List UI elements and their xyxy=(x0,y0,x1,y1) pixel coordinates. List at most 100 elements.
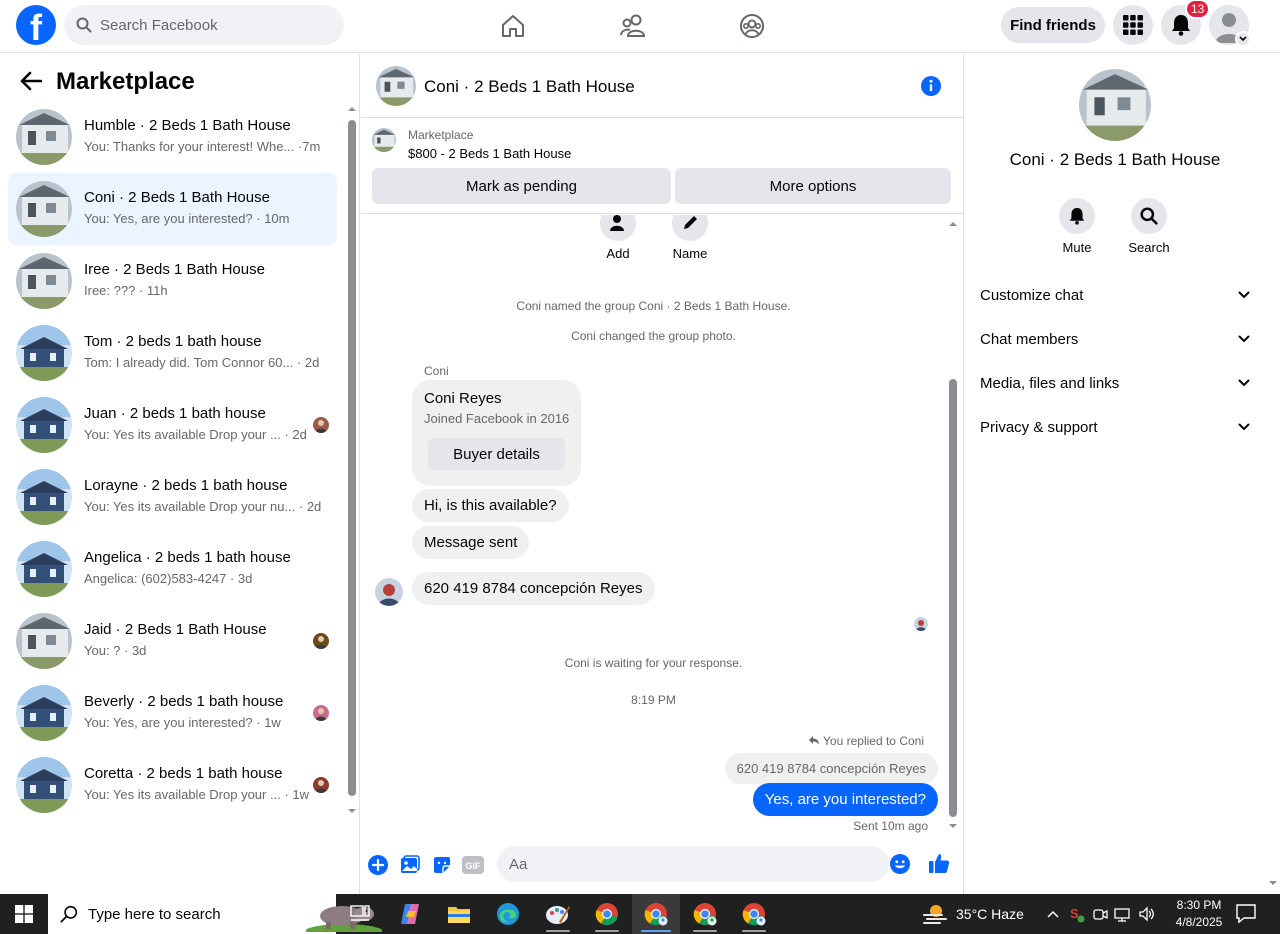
groups-nav[interactable] xyxy=(732,8,772,44)
attach-media-button[interactable] xyxy=(399,854,421,876)
weather-widget[interactable]: 35°C Haze xyxy=(922,894,1024,934)
paint-app[interactable] xyxy=(534,894,582,934)
own-message-bubble[interactable]: Yes, are you interested? xyxy=(752,783,938,816)
action-center-button[interactable] xyxy=(1235,902,1257,929)
friends-nav[interactable] xyxy=(613,8,653,44)
details-section-toggle[interactable]: Customize chat xyxy=(980,273,1250,317)
chrome-icon xyxy=(693,903,717,926)
logo-letter: f xyxy=(30,7,42,45)
gif-button[interactable]: GIF xyxy=(462,854,484,876)
chat-avatar[interactable] xyxy=(376,66,416,106)
volume-icon[interactable] xyxy=(1138,906,1156,922)
search-icon xyxy=(60,905,78,923)
listing-thumbnail[interactable] xyxy=(372,128,396,152)
copilot-app[interactable] xyxy=(386,894,434,934)
conversation-photo[interactable] xyxy=(1079,69,1151,141)
conversation-item[interactable]: Juan · 2 beds 1 bath house You: Yes its a… xyxy=(8,389,337,461)
message-bubble[interactable]: Message sent xyxy=(412,526,530,559)
network-icon[interactable] xyxy=(1114,906,1132,922)
file-explorer-app[interactable] xyxy=(435,894,483,934)
sticker-button[interactable] xyxy=(431,854,453,876)
chat-scrollbar[interactable] xyxy=(946,219,960,831)
message-bubble[interactable]: 620 419 8784 concepción Reyes xyxy=(412,572,655,605)
conversation-thumbnail xyxy=(16,685,72,741)
conversation-item[interactable]: Jaid · 2 Beds 1 Bath House You: ? · 3d xyxy=(8,605,337,677)
conversation-item[interactable]: Coretta · 2 beds 1 bath house You: Yes it… xyxy=(8,749,337,821)
conversation-name: Coni · 2 Beds 1 Bath House xyxy=(1009,150,1221,169)
add-people-action[interactable]: Add xyxy=(588,215,648,261)
quoted-message[interactable]: 620 419 8784 concepción Reyes xyxy=(724,753,938,784)
sidebar-scroll-thumb[interactable] xyxy=(348,120,356,796)
section-label: Media, files and links xyxy=(980,374,1120,392)
chrome-window-2[interactable] xyxy=(632,894,680,934)
search-conversation-action[interactable]: Search xyxy=(1119,198,1179,255)
conversation-preview: You: Yes, are you interested? · 1w xyxy=(84,715,281,730)
sidebar-scrollbar[interactable] xyxy=(345,104,359,816)
chat-scroll-thumb[interactable] xyxy=(949,379,957,817)
active-window-indicator xyxy=(641,930,671,932)
details-section-toggle[interactable]: Privacy & support xyxy=(980,405,1250,449)
mute-label: Mute xyxy=(1062,240,1092,255)
chrome-window-1[interactable] xyxy=(583,894,631,934)
edge-icon xyxy=(497,903,519,925)
conversation-item[interactable]: Coni · 2 Beds 1 Bath House You: Yes, are … xyxy=(8,173,337,245)
facebook-search-box[interactable] xyxy=(64,5,344,45)
conversation-item[interactable]: Iree · 2 Beds 1 Bath House Iree: ??? · 11… xyxy=(8,245,337,317)
message-bubble[interactable]: Hi, is this available? xyxy=(412,489,569,522)
details-section-toggle[interactable]: Media, files and links xyxy=(980,361,1250,405)
add-person-icon-circle xyxy=(600,215,636,241)
meet-now-icon[interactable] xyxy=(1092,906,1108,922)
home-nav[interactable] xyxy=(493,8,533,44)
conversation-item[interactable]: Humble · 2 Beds 1 Bath House You: Thanks … xyxy=(8,101,337,173)
profile-photo-icon xyxy=(914,617,928,631)
conversation-info-button[interactable] xyxy=(920,75,942,102)
system-tray: S xyxy=(1046,894,1156,934)
account-dropdown[interactable] xyxy=(1235,31,1251,47)
taskbar-search-box[interactable]: Type here to search xyxy=(48,894,382,934)
conversation-title: Angelica · 2 beds 1 bath house xyxy=(84,549,291,566)
chevron-up-icon[interactable] xyxy=(1046,909,1060,919)
conversation-item[interactable]: Beverly · 2 beds 1 bath house You: Yes, a… xyxy=(8,677,337,749)
mark-as-pending-button[interactable]: Mark as pending xyxy=(372,168,671,204)
menu-button[interactable] xyxy=(1113,5,1153,45)
more-options-button[interactable]: More options xyxy=(675,168,951,204)
sender-avatar[interactable] xyxy=(375,578,403,606)
house-photo-icon xyxy=(16,613,72,669)
scroll-down-arrow-icon[interactable] xyxy=(948,823,958,829)
conversation-item[interactable]: Angelica · 2 beds 1 bath house Angelica: … xyxy=(8,533,337,605)
more-actions-button[interactable] xyxy=(367,854,389,876)
mute-action[interactable]: Mute xyxy=(1047,198,1107,255)
conversation-item[interactable]: Lorayne · 2 beds 1 bath house You: Yes it… xyxy=(8,461,337,533)
emoji-button[interactable] xyxy=(890,854,910,879)
scroll-up-arrow-icon[interactable] xyxy=(948,221,958,227)
chrome-window-3[interactable] xyxy=(681,894,729,934)
buyer-details-button[interactable]: Buyer details xyxy=(428,438,565,470)
chrome-window-4[interactable] xyxy=(730,894,778,934)
taskbar-clock[interactable]: 8:30 PM 4/8/2025 xyxy=(1168,897,1230,931)
security-alert-icon[interactable]: S xyxy=(1068,905,1086,923)
conversation-preview: Angelica: (602)583-4247 · 3d xyxy=(84,571,253,586)
message-input[interactable] xyxy=(509,855,869,873)
listing-price-title[interactable]: $800 - 2 Beds 1 Bath House xyxy=(408,146,571,161)
chrome-icon xyxy=(742,903,766,926)
like-button[interactable] xyxy=(928,852,950,879)
edge-browser-app[interactable] xyxy=(484,894,532,934)
facebook-search-input[interactable] xyxy=(100,16,320,34)
facebook-logo[interactable]: f xyxy=(16,5,56,45)
scroll-up-arrow-icon[interactable] xyxy=(347,106,357,112)
house-photo-icon xyxy=(16,253,72,309)
windows-logo-icon xyxy=(15,905,33,923)
details-section-toggle[interactable]: Chat members xyxy=(980,317,1250,361)
task-view-button[interactable] xyxy=(336,894,384,934)
name-group-action[interactable]: Name xyxy=(660,215,720,261)
chat-title[interactable]: Coni · 2 Beds 1 Bath House xyxy=(424,77,635,97)
scroll-down-arrow-icon[interactable] xyxy=(1268,880,1278,886)
page-scrollbar[interactable] xyxy=(1265,54,1280,894)
back-button[interactable] xyxy=(20,71,43,96)
scroll-down-arrow-icon[interactable] xyxy=(347,808,357,814)
start-button[interactable] xyxy=(0,894,48,934)
message-input-box[interactable] xyxy=(497,846,889,882)
system-message-photo-changed: Coni changed the group photo. xyxy=(571,329,736,343)
find-friends-button[interactable]: Find friends xyxy=(1001,7,1105,43)
conversation-item[interactable]: Tom · 2 beds 1 bath house Tom: I already … xyxy=(8,317,337,389)
